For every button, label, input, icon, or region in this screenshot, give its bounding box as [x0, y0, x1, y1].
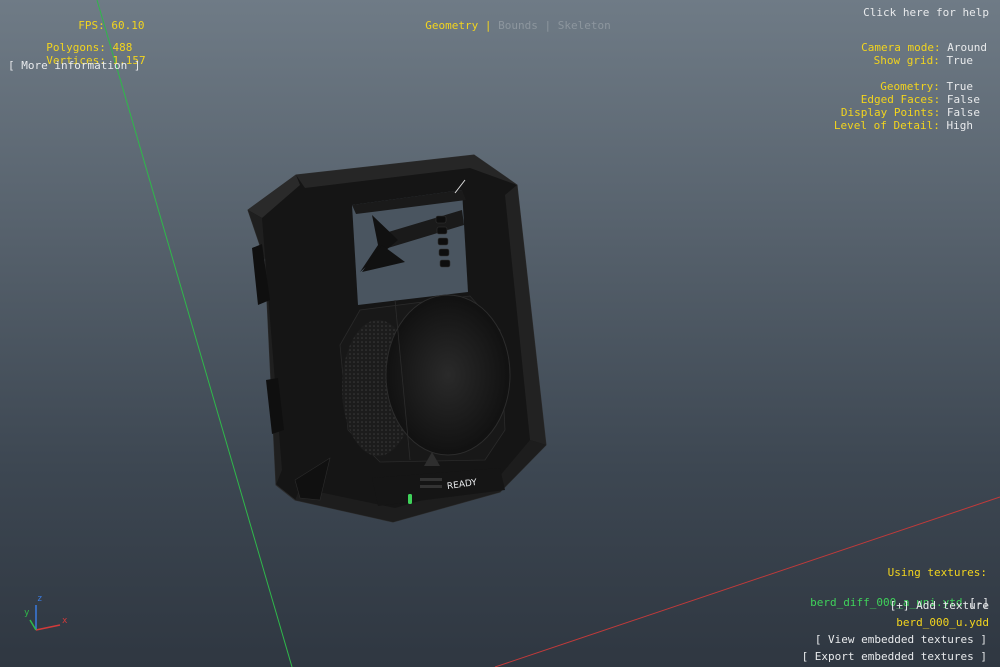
- show-grid-value[interactable]: True: [947, 54, 974, 67]
- show-grid-label: Show grid:: [873, 54, 940, 67]
- view-mode-tabs: Geometry | Bounds | Skeleton: [412, 6, 611, 32]
- using-textures-heading: Using textures:: [887, 566, 987, 579]
- setting-level-of-detail[interactable]: Level of Detail: High: [821, 106, 973, 132]
- add-texture-button[interactable]: [+] Add texture: [890, 599, 989, 612]
- export-embedded-textures-button[interactable]: [ Export embedded textures ]: [802, 650, 987, 663]
- axis-y-label: y: [24, 608, 30, 618]
- axis-x-label: x: [62, 616, 68, 626]
- axis-gizmo: [29, 605, 61, 631]
- grid-axis-green: [96, 0, 293, 667]
- lod-value[interactable]: High: [947, 119, 974, 132]
- model-file-name[interactable]: berd_000_u.ydd: [896, 616, 989, 629]
- tab-skeleton[interactable]: Skeleton: [558, 19, 611, 32]
- help-link[interactable]: Click here for help: [863, 6, 989, 19]
- lod-label: Level of Detail:: [833, 119, 940, 132]
- tab-separator: |: [484, 19, 492, 32]
- status-led: [408, 494, 412, 504]
- tab-bounds[interactable]: Bounds: [498, 19, 538, 32]
- tab-separator: |: [544, 19, 552, 32]
- setting-show-grid[interactable]: Show grid: True: [860, 41, 973, 67]
- axis-z-label: z: [37, 594, 43, 604]
- more-information-link[interactable]: [ More information ]: [8, 59, 140, 72]
- view-embedded-textures-button[interactable]: [ View embedded textures ]: [815, 633, 987, 646]
- model-body-camera: [247, 154, 547, 523]
- tab-geometry[interactable]: Geometry: [425, 19, 478, 32]
